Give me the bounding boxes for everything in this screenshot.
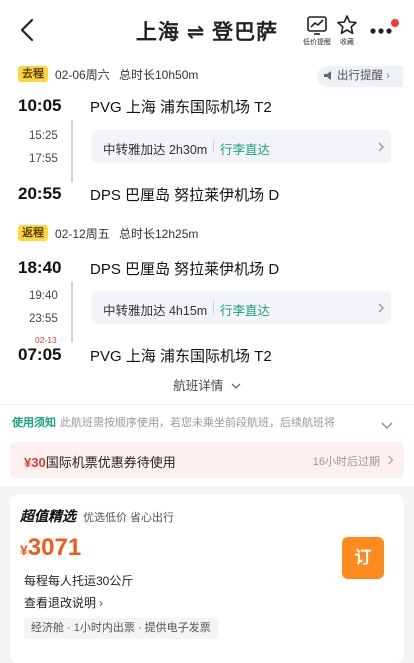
inbound-transfer-depart: 23:55 bbox=[29, 313, 58, 325]
coupon-text-wrap: ¥30国际机票优惠券待使用 bbox=[24, 452, 176, 471]
chevron-right-icon: › bbox=[386, 70, 390, 82]
outbound-arrive-airport: DPS 巴厘岛 努拉莱伊机场 D bbox=[90, 187, 280, 204]
inbound-depart-airport: DPS 巴厘岛 努拉莱伊机场 D bbox=[90, 261, 280, 278]
refund-policy-label: 查看退改说明 bbox=[24, 596, 97, 610]
transfer-separator bbox=[213, 139, 214, 153]
usage-notice-key: 使用须知 bbox=[12, 417, 56, 429]
inbound-arrive-airport: PVG 上海 浦东国际机场 T2 bbox=[90, 348, 272, 365]
outbound-tag: 去程 bbox=[18, 66, 48, 82]
transfer-separator bbox=[213, 300, 214, 314]
price-chart-icon bbox=[307, 16, 327, 35]
inbound-transfer-arrive: 19:40 bbox=[29, 290, 58, 302]
book-button[interactable]: 订 bbox=[342, 537, 384, 579]
inbound-timeline bbox=[71, 282, 73, 342]
outbound-baggage-through: 行李直达 bbox=[220, 143, 271, 157]
inbound-transfer-info: 中转雅加达 4h15m bbox=[103, 304, 208, 318]
outbound-timeline bbox=[71, 120, 73, 182]
chevron-right-icon bbox=[378, 142, 384, 152]
coupon-text: 国际机票优惠券待使用 bbox=[45, 455, 176, 470]
inbound-tag: 返程 bbox=[18, 225, 48, 241]
coupon-banner[interactable]: ¥30国际机票优惠券待使用 16小时后过期 bbox=[10, 442, 404, 478]
offer-slogan: 优选低价 省心出行 bbox=[83, 512, 175, 524]
inbound-transfer-card[interactable]: 中转雅加达 4h15m 行李直达 bbox=[91, 291, 391, 324]
coupon-expiry: 16小时后过期 bbox=[312, 456, 380, 468]
divider bbox=[0, 404, 414, 405]
outbound-date: 02-06周六 bbox=[55, 68, 110, 82]
offer-brand: 超值精选 bbox=[20, 508, 76, 524]
coupon-amount: ¥30 bbox=[24, 455, 46, 470]
outbound-transfer-arrive: 15:25 bbox=[29, 130, 58, 142]
trip-reminder-button[interactable]: 出行提醒 › bbox=[317, 66, 403, 87]
outbound-transfer-depart: 17:55 bbox=[29, 153, 58, 165]
low-price-alert-label: 低价提醒 bbox=[303, 39, 331, 46]
trip-reminder-label: 出行提醒 bbox=[337, 70, 383, 82]
star-icon bbox=[337, 15, 357, 35]
currency-symbol: ¥ bbox=[20, 542, 28, 558]
flight-details-label: 航班详情 bbox=[173, 379, 224, 393]
price-value: 3071 bbox=[27, 534, 82, 561]
favorite-button[interactable]: 收藏 bbox=[336, 14, 358, 47]
usage-notice-text: 此航班需按顺序使用，若您未乘坐前段航班，后续航班将 bbox=[60, 417, 335, 429]
outbound-transfer-card[interactable]: 中转雅加达 2h30m 行李直达 bbox=[91, 130, 391, 163]
top-bar: 上海 ⇌ 登巴萨 低价提醒 收藏 bbox=[0, 0, 414, 60]
usage-notice[interactable]: 使用须知 此航班需按顺序使用，若您未乘坐前段航班，后续航班将 bbox=[12, 414, 406, 432]
inbound-baggage-through: 行李直达 bbox=[220, 304, 271, 318]
offer-baggage: 每程每人托运30公斤 bbox=[24, 574, 134, 588]
chevron-down-icon bbox=[381, 422, 393, 429]
outbound-arrive-time: 20:55 bbox=[18, 184, 62, 203]
offer-extras: 经济舱 · 1小时内出票 · 提供电子发票 bbox=[24, 618, 218, 639]
outbound-duration: 总时长10h50m bbox=[119, 68, 199, 82]
offer-price: ¥3071 bbox=[20, 534, 81, 562]
outbound-transfer-info: 中转雅加达 2h30m bbox=[103, 143, 208, 157]
refund-policy-link[interactable]: 查看退改说明 › bbox=[24, 594, 103, 611]
chevron-right-icon bbox=[388, 455, 394, 465]
inbound-depart-time: 18:40 bbox=[18, 258, 62, 277]
chevron-right-icon bbox=[378, 303, 384, 313]
notification-dot bbox=[391, 19, 399, 27]
inbound-duration: 总时长12h25m bbox=[119, 227, 199, 241]
inbound-date: 02-12周五 bbox=[55, 227, 110, 241]
chevron-down-icon bbox=[231, 383, 241, 390]
favorite-label: 收藏 bbox=[340, 39, 354, 46]
inbound-arrive-next-date: 02-13 bbox=[35, 335, 57, 345]
megaphone-icon bbox=[324, 71, 331, 81]
inbound-arrive-time: 07:05 bbox=[18, 345, 62, 364]
outbound-depart-airport: PVG 上海 浦东国际机场 T2 bbox=[90, 99, 272, 116]
notice-expand[interactable] bbox=[381, 417, 393, 429]
chevron-right-icon: › bbox=[99, 596, 104, 610]
flight-details-toggle[interactable]: 航班详情 bbox=[0, 375, 414, 394]
low-price-alert-button[interactable]: 低价提醒 bbox=[303, 14, 331, 47]
outbound-depart-time: 10:05 bbox=[18, 96, 62, 115]
